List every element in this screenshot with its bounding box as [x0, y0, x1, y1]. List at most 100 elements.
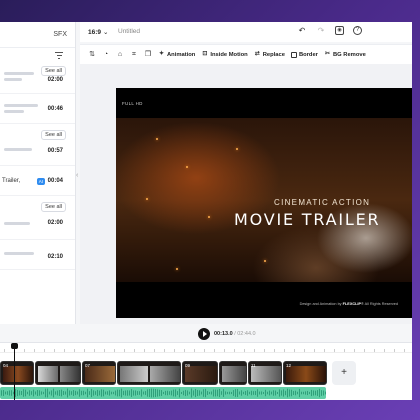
waveform-bar: [65, 391, 66, 395]
waveform-bar: [207, 391, 208, 395]
speed-icon[interactable]: ◔: [102, 51, 110, 59]
ruler-tick: [374, 349, 375, 352]
timeline-clip[interactable]: 12: [283, 361, 327, 385]
tab-sfx[interactable]: SFX: [34, 31, 76, 38]
timeline-clip[interactable]: 09: [182, 361, 218, 385]
track-duration: 02:00: [47, 220, 63, 226]
waveform-bar: [51, 390, 52, 396]
clip-thumbnail: [3, 366, 33, 382]
track-duration: 00:46: [47, 106, 63, 112]
waveform-bar: [143, 391, 144, 395]
waveform-bar: [241, 390, 242, 396]
waveform-bar: [79, 389, 80, 397]
track-subtitle: [4, 78, 22, 81]
waveform-bar: [307, 390, 308, 396]
filter-effect-icon[interactable]: ⌂: [116, 51, 124, 59]
list-item[interactable]: 02:00: [0, 64, 75, 94]
waveform-bar: [157, 389, 158, 397]
list-item[interactable]: 02:10: [0, 240, 75, 270]
add-clip-button[interactable]: +: [332, 361, 356, 385]
ruler-tick: [244, 349, 245, 352]
waveform-bar: [287, 388, 288, 398]
waveform-bar: [113, 391, 114, 395]
waveform-bar: [223, 389, 224, 397]
ruler-tick: [134, 349, 135, 352]
waveform-bar: [3, 390, 4, 396]
waveform: [1, 388, 326, 398]
timeline-clip[interactable]: [219, 361, 247, 385]
help-icon[interactable]: ?: [353, 26, 362, 35]
list-item[interactable]: 02:00: [0, 210, 75, 240]
waveform-bar: [299, 388, 300, 398]
waveform-bar: [235, 389, 236, 397]
waveform-bar: [191, 388, 192, 398]
waveform-bar: [167, 390, 168, 396]
full-hd-label: FULL HD: [122, 101, 143, 106]
audio-group-1: See all 02:00 00:46: [0, 64, 75, 124]
audio-track[interactable]: [0, 387, 326, 399]
waveform-bar: [95, 391, 96, 395]
waveform-bar: [309, 391, 310, 395]
waveform-bar: [83, 390, 84, 396]
aspect-ratio-select[interactable]: 16:9 ⌄: [88, 28, 108, 36]
waveform-bar: [231, 391, 232, 395]
ruler-tick: [74, 349, 75, 352]
track-title: [4, 252, 34, 255]
filter-icon[interactable]: [55, 52, 63, 59]
clip-track: 04 07 09 11 12: [0, 361, 330, 385]
project-title-input[interactable]: Untitled: [118, 28, 140, 35]
track-duration: 02:10: [47, 254, 63, 260]
border-button[interactable]: Border: [290, 51, 318, 58]
clip-number: 04: [3, 363, 9, 368]
play-button[interactable]: [198, 328, 210, 340]
timeline-clip[interactable]: 07: [82, 361, 116, 385]
waveform-bar: [121, 388, 122, 398]
ruler-tick: [264, 349, 265, 352]
layers-icon[interactable]: ❒: [144, 51, 152, 59]
waveform-bar: [251, 390, 252, 396]
redo-icon[interactable]: ↷: [316, 26, 326, 36]
waveform-bar: [7, 391, 8, 395]
waveform-bar: [205, 388, 206, 398]
waveform-bar: [297, 391, 298, 395]
time-ruler[interactable]: [0, 343, 412, 353]
waveform-bar: [133, 390, 134, 396]
waveform-bar: [273, 390, 274, 396]
waveform-bar: [193, 390, 194, 396]
replace-button[interactable]: ⇄ Replace: [254, 51, 285, 58]
capture-frame-icon[interactable]: ◉: [335, 26, 344, 35]
crop-icon[interactable]: ⌗: [130, 51, 138, 59]
undo-icon[interactable]: ↶: [297, 26, 307, 36]
inside-motion-button[interactable]: ⊡ Inside Motion: [201, 51, 247, 58]
waveform-bar: [107, 391, 108, 395]
video-preview[interactable]: FULL HD CINEMATIC ACTION MOVIE TRAILER D…: [116, 88, 412, 318]
waveform-bar: [319, 388, 320, 398]
waveform-bar: [9, 390, 10, 396]
ruler-tick: [124, 349, 125, 352]
timeline-clip[interactable]: 11: [248, 361, 282, 385]
motion-icon: ⊡: [202, 51, 208, 57]
ruler-tick: [234, 349, 235, 352]
ruler-tick: [394, 349, 395, 352]
trailer-headline: MOVIE TRAILER: [234, 210, 381, 229]
waveform-bar: [43, 391, 44, 395]
bg-remove-button[interactable]: ✂ BG Remove: [324, 51, 366, 58]
timeline-clip[interactable]: [117, 361, 181, 385]
waveform-bar: [53, 388, 54, 398]
adjust-icon[interactable]: ⇅: [88, 51, 96, 59]
timeline-clip[interactable]: 04: [0, 361, 34, 385]
waveform-bar: [171, 390, 172, 396]
waveform-bar: [247, 390, 248, 396]
list-item[interactable]: 00:46: [0, 94, 75, 124]
list-item[interactable]: 00:57: [0, 136, 75, 166]
waveform-bar: [111, 391, 112, 395]
waveform-bar: [71, 391, 72, 395]
timeline-clip[interactable]: [35, 361, 81, 385]
animation-button[interactable]: ✦ Animation: [158, 51, 195, 58]
waveform-bar: [101, 389, 102, 397]
waveform-bar: [265, 389, 266, 397]
spark: [156, 138, 158, 140]
playhead[interactable]: [11, 343, 18, 400]
list-item[interactable]: Trailer, AI 00:04: [0, 166, 75, 196]
waveform-bar: [35, 391, 36, 395]
